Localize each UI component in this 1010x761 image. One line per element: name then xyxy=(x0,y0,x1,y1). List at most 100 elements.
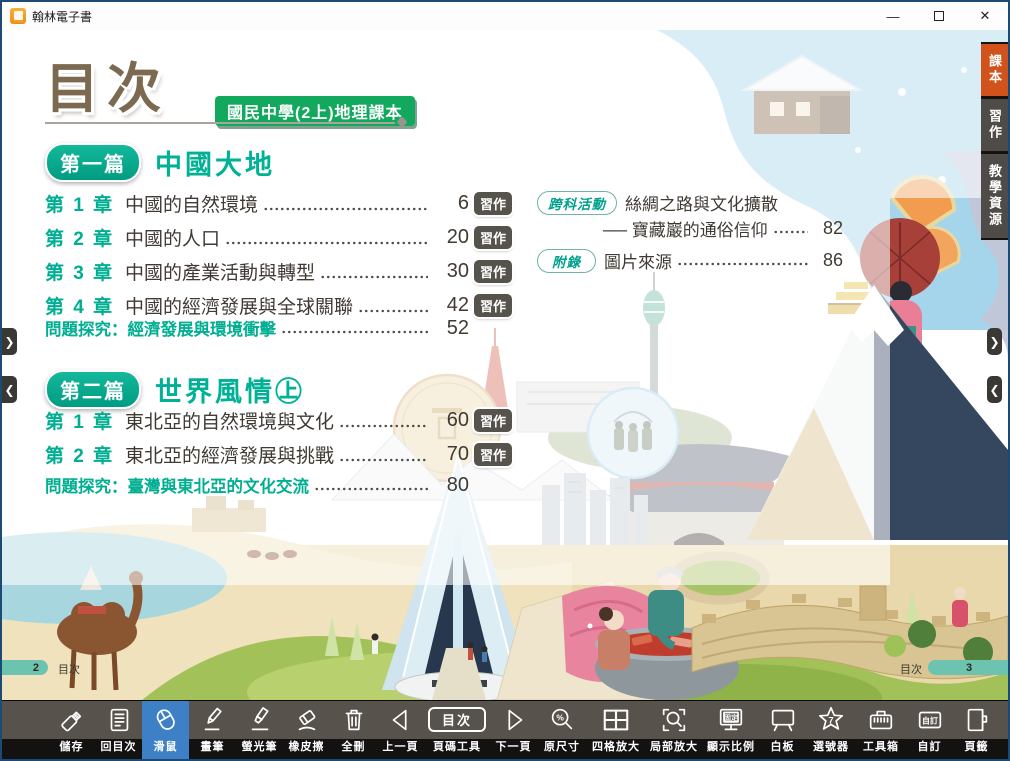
svg-text:7: 7 xyxy=(828,715,833,725)
eraser-icon xyxy=(292,701,322,738)
workbook-badge[interactable]: 習作 xyxy=(474,226,512,249)
workbook-badge[interactable]: 習作 xyxy=(474,294,512,317)
right-page-number-pill: 3 xyxy=(928,660,1008,675)
workbook-badge[interactable]: 習作 xyxy=(474,443,512,466)
svg-text:固定: 固定 xyxy=(724,712,739,721)
dot-leader xyxy=(281,330,428,334)
explore-page: 52 xyxy=(433,317,469,340)
cross-activity-row[interactable]: 跨科活動 絲綢之路與文化擴散 xyxy=(537,190,843,215)
whiteboard-button[interactable]: 白板 xyxy=(759,701,806,759)
section-1-badge: 第一篇 xyxy=(45,143,141,182)
dot-leader xyxy=(773,230,808,234)
back-to-toc-button[interactable]: 回目次 xyxy=(95,701,142,759)
section-1-header: 第一篇 中國大地 xyxy=(45,143,275,182)
pen-icon xyxy=(198,701,228,738)
app-logo-icon xyxy=(10,8,26,24)
chapter-page: 30 xyxy=(433,260,469,283)
toc-row[interactable]: 第 1 章 東北亞的自然環境與文化 60 xyxy=(45,405,469,435)
appendix-badge: 附錄 xyxy=(537,249,596,273)
toolbox-icon xyxy=(866,701,896,738)
highlighter-icon xyxy=(245,701,275,738)
toolbox-button[interactable]: 工具箱 xyxy=(856,701,906,759)
title-divider xyxy=(45,122,395,124)
workbook-badge[interactable]: 習作 xyxy=(474,192,512,215)
whiteboard-icon xyxy=(768,701,798,738)
workbook-badge[interactable]: 習作 xyxy=(474,409,512,432)
highlighter-tool-button[interactable]: 螢光筆 xyxy=(236,701,283,759)
eraser-tool-button[interactable]: 橡皮擦 xyxy=(283,701,330,759)
dot-leader xyxy=(358,309,428,313)
right-edge-prev-button[interactable]: ❮ xyxy=(987,376,1002,403)
maximize-icon xyxy=(934,11,944,21)
maximize-button[interactable] xyxy=(916,2,962,30)
chapter-page: 42 xyxy=(433,294,469,317)
left-edge-next-button[interactable]: ❯ xyxy=(2,328,17,355)
triangle-left-icon xyxy=(386,701,416,738)
svg-text:自訂: 自訂 xyxy=(922,715,938,725)
right-page-footer-label: 目次 xyxy=(900,661,922,677)
toc-row-explore[interactable]: 問題探究：經濟發展與環境衝擊 52 xyxy=(45,315,469,341)
four-grid-zoom-button[interactable]: 四格放大 xyxy=(587,701,645,759)
page-tool-button[interactable]: 目次 頁碼工具 xyxy=(424,701,490,759)
dot-leader xyxy=(225,241,428,245)
cross-activity-badge: 跨科活動 xyxy=(537,191,617,215)
window-controls: — ✕ xyxy=(870,2,1008,30)
left-edge-prev-button[interactable]: ❮ xyxy=(2,376,17,403)
save-button[interactable]: 儲存 xyxy=(48,701,95,759)
delete-all-button[interactable]: 全刪 xyxy=(330,701,377,759)
book-tab-icon xyxy=(962,701,992,738)
page-title: 目次 xyxy=(45,44,169,123)
toc-row[interactable]: 第 2 章 中國的人口 20 xyxy=(45,222,469,252)
toc-row[interactable]: 第 3 章 中國的產業活動與轉型 30 xyxy=(45,256,469,286)
left-page-number-pill: 2 xyxy=(2,660,48,675)
magnifier-brackets-icon xyxy=(659,701,689,738)
zoom-percent-icon: % xyxy=(547,701,577,738)
chapter-title: 東北亞的經濟發展與挑戰 xyxy=(125,441,334,468)
explore-page: 80 xyxy=(433,474,469,497)
right-edge-next-button[interactable]: ❯ xyxy=(987,328,1002,355)
page-tabs-button[interactable]: 頁籤 xyxy=(953,701,1000,759)
book-page-spread[interactable]: 目次 國民中學(2上)地理課本 第一篇 中國大地 第 1 章 中國的自然環境 6… xyxy=(2,30,1008,700)
toc-row-explore[interactable]: 問題探究：臺灣與東北亞的文化交流 80 xyxy=(45,472,469,498)
chapter-title: 中國的自然環境 xyxy=(125,190,258,217)
app-stage: 翰林電子書 — ✕ xyxy=(2,2,1008,759)
display-ratio-button[interactable]: 固定 顯示比例 xyxy=(703,701,759,759)
toc-row[interactable]: 第 2 章 東北亞的經濟發展與挑戰 70 xyxy=(45,439,469,469)
monitor-fixed-icon: 固定 xyxy=(716,701,746,738)
partial-zoom-button[interactable]: 局部放大 xyxy=(645,701,703,759)
minimize-button[interactable]: — xyxy=(870,2,916,30)
chapter-page: 70 xyxy=(433,443,469,466)
dot-leader xyxy=(263,207,428,211)
tab-workbook[interactable]: 習作 xyxy=(981,99,1008,151)
workbook-badge[interactable]: 習作 xyxy=(474,260,512,283)
star-7-icon: 7 xyxy=(816,701,846,738)
dot-leader xyxy=(677,262,808,266)
dot-leader xyxy=(320,275,428,279)
bottom-toolbar: 儲存 回目次 滑鼠 畫筆 螢光筆 橡皮擦 xyxy=(2,700,1008,759)
section-1-name: 中國大地 xyxy=(155,143,275,182)
chapter-label: 第 1 章 xyxy=(45,190,115,217)
pen-tool-button[interactable]: 畫筆 xyxy=(189,701,236,759)
close-button[interactable]: ✕ xyxy=(962,2,1008,30)
appendix-row[interactable]: 附錄 圖片來源 86 xyxy=(537,248,843,273)
cross-activity-row-2[interactable]: ── 寶藏巖的通俗信仰 82 xyxy=(537,216,843,241)
chapter-label: 第 2 章 xyxy=(45,441,115,468)
resource-tabs: 課本 習作 教學資源 xyxy=(981,42,1008,240)
toc-row[interactable]: 第 1 章 中國的自然環境 6 xyxy=(45,188,469,218)
tab-textbook[interactable]: 課本 xyxy=(981,44,1008,96)
number-picker-button[interactable]: 7 選號器 xyxy=(806,701,856,759)
explore-title: 問題探究：臺灣與東北亞的文化交流 xyxy=(45,473,309,497)
custom-button[interactable]: 自訂 自訂 xyxy=(906,701,953,759)
left-page-footer-label: 目次 xyxy=(58,661,80,677)
next-page-button[interactable]: 下一頁 xyxy=(490,701,537,759)
chapter-title: 東北亞的自然環境與文化 xyxy=(125,407,334,434)
original-size-button[interactable]: % 原尺寸 xyxy=(537,701,587,759)
tab-teaching-resources[interactable]: 教學資源 xyxy=(981,154,1008,238)
section-2-name: 世界風情㊤ xyxy=(155,370,305,409)
prev-page-button[interactable]: 上一頁 xyxy=(377,701,424,759)
chapter-label: 第 1 章 xyxy=(45,407,115,434)
mouse-tool-button[interactable]: 滑鼠 xyxy=(142,701,189,759)
app-title: 翰林電子書 xyxy=(32,8,92,25)
app-window: 翰林電子書 — ✕ xyxy=(0,0,1010,761)
chapter-label: 第 2 章 xyxy=(45,224,115,251)
